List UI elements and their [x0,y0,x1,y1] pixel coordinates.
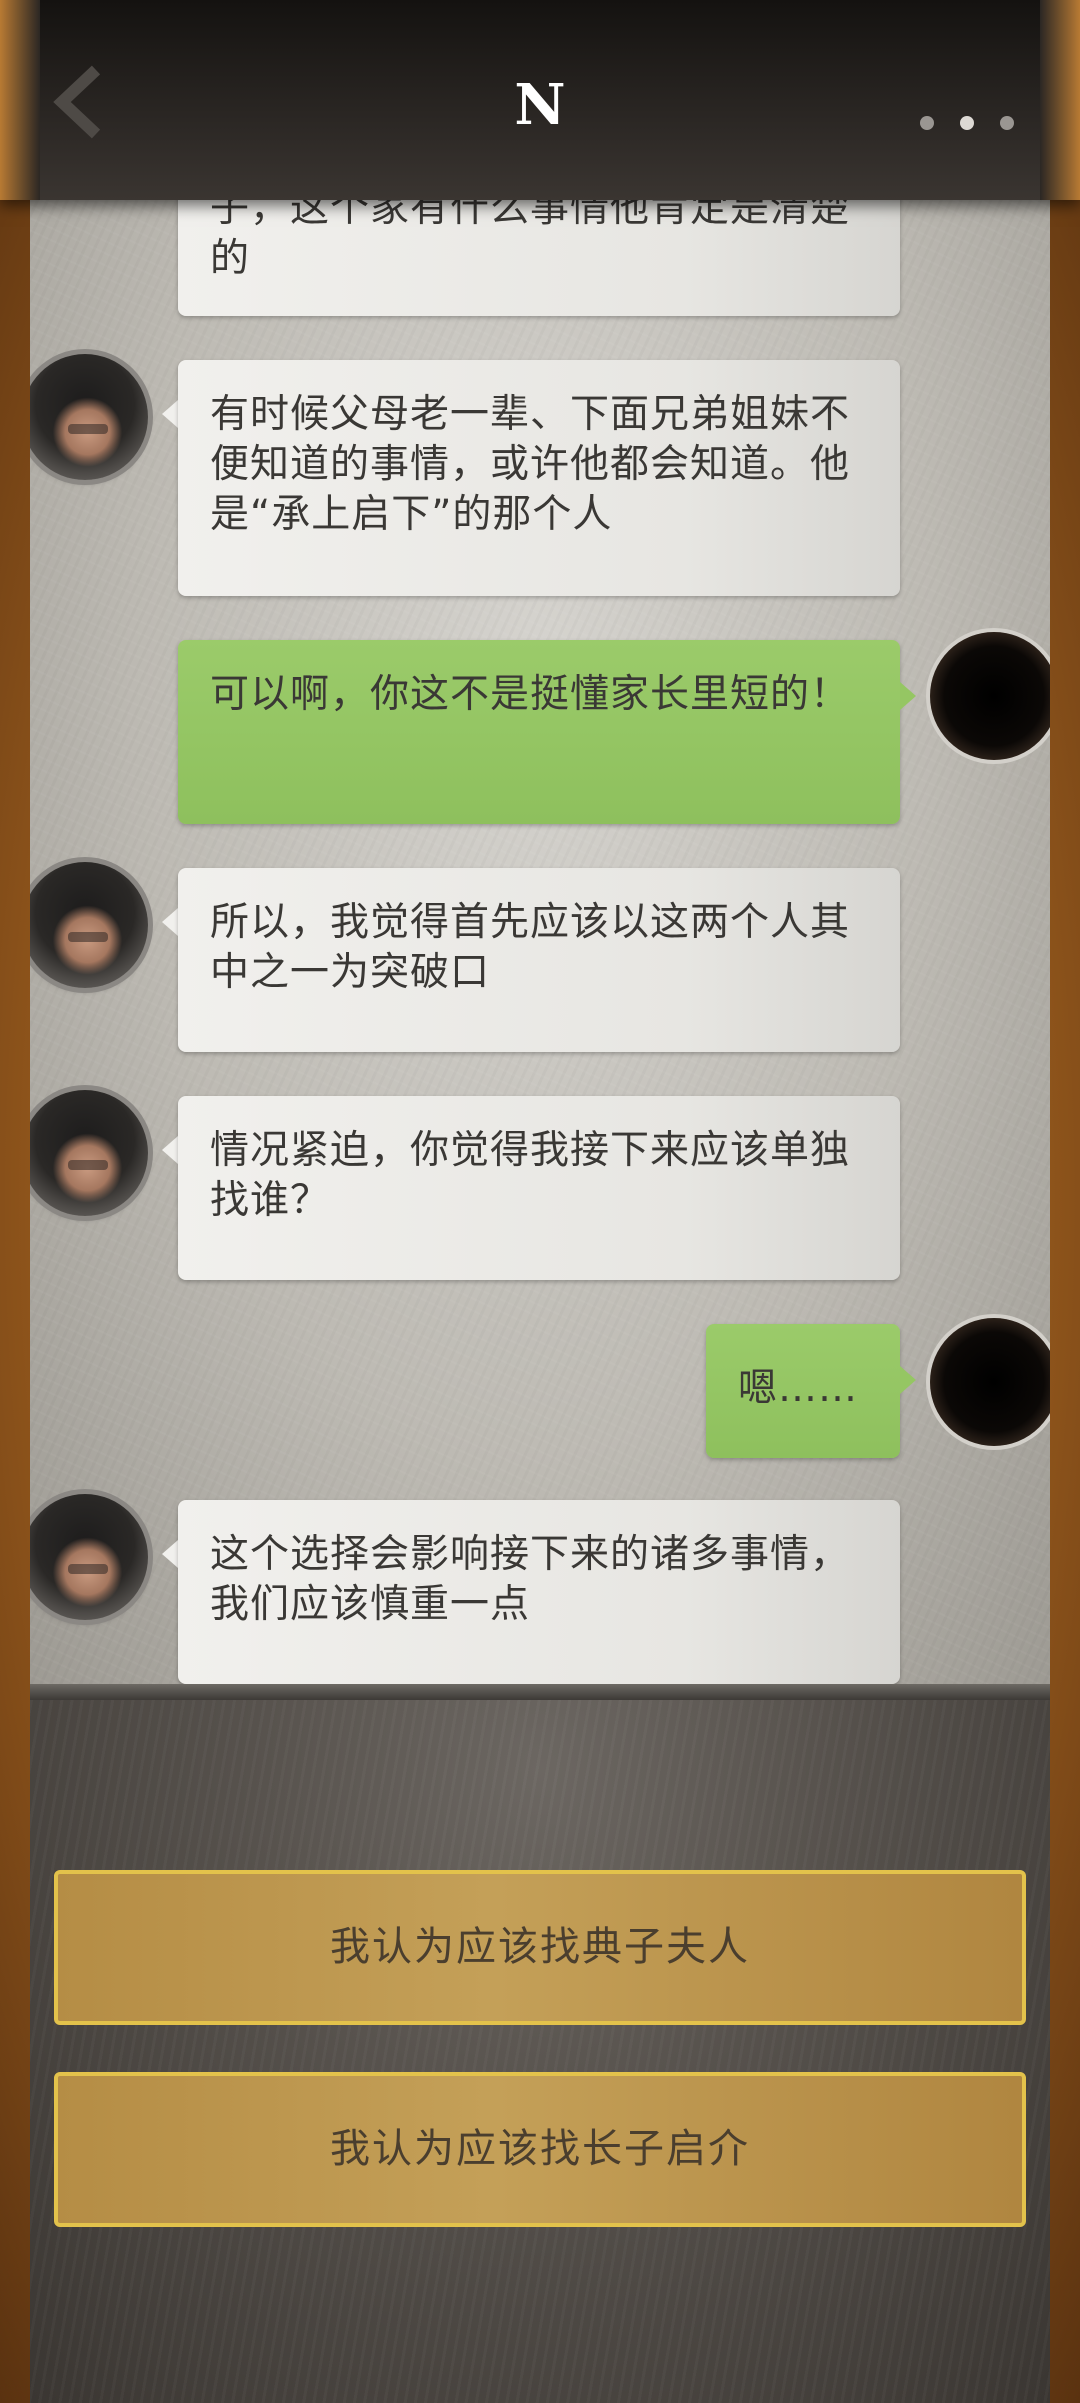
message-bubble: 情况紧迫，你觉得我接下来应该单独找谁？ [178,1096,900,1280]
more-dots-icon[interactable] [920,116,1014,130]
message-text: 情况紧迫，你觉得我接下来应该单独找谁？ [210,1128,851,1223]
player-avatar[interactable] [930,1318,1050,1446]
chat-area[interactable]: 子，这个家有什么事情他肯定是清楚的 有时候父母老一辈、下面兄弟姐妹不便知道的事情… [30,0,1050,1700]
npc-avatar[interactable] [30,1494,148,1620]
message-text: 有时候父母老一辈、下面兄弟姐妹不便知道的事情，或许他都会知道。他是“承上启下”的… [210,392,851,537]
choice-button[interactable]: 我认为应该找长子启介 [54,2072,1026,2227]
player-avatar[interactable] [930,632,1050,760]
choice-button[interactable]: 我认为应该找典子夫人 [54,1870,1026,2025]
message-bubble-self: 嗯…… [706,1324,900,1458]
message-bubble: 有时候父母老一辈、下面兄弟姐妹不便知道的事情，或许他都会知道。他是“承上启下”的… [178,360,900,596]
message-text: 嗯…… [738,1366,859,1411]
message-bubble-self: 可以啊，你这不是挺懂家长里短的！ [178,640,900,824]
message-text: 可以啊，你这不是挺懂家长里短的！ [210,672,851,717]
top-bar: N [0,0,1080,200]
page-title: N [514,72,566,138]
message-bubble: 所以，我觉得首先应该以这两个人其中之一为突破口 [178,868,900,1052]
choice-panel: 我认为应该找典子夫人 我认为应该找长子启介 [30,1700,1050,2403]
message-bubble: 这个选择会影响接下来的诸多事情，我们应该慎重一点 [178,1500,900,1684]
npc-avatar[interactable] [30,354,148,480]
npc-avatar[interactable] [30,862,148,988]
message-text: 所以，我觉得首先应该以这两个人其中之一为突破口 [210,900,851,995]
npc-avatar[interactable] [30,1090,148,1216]
message-text: 这个选择会影响接下来的诸多事情，我们应该慎重一点 [210,1532,851,1627]
